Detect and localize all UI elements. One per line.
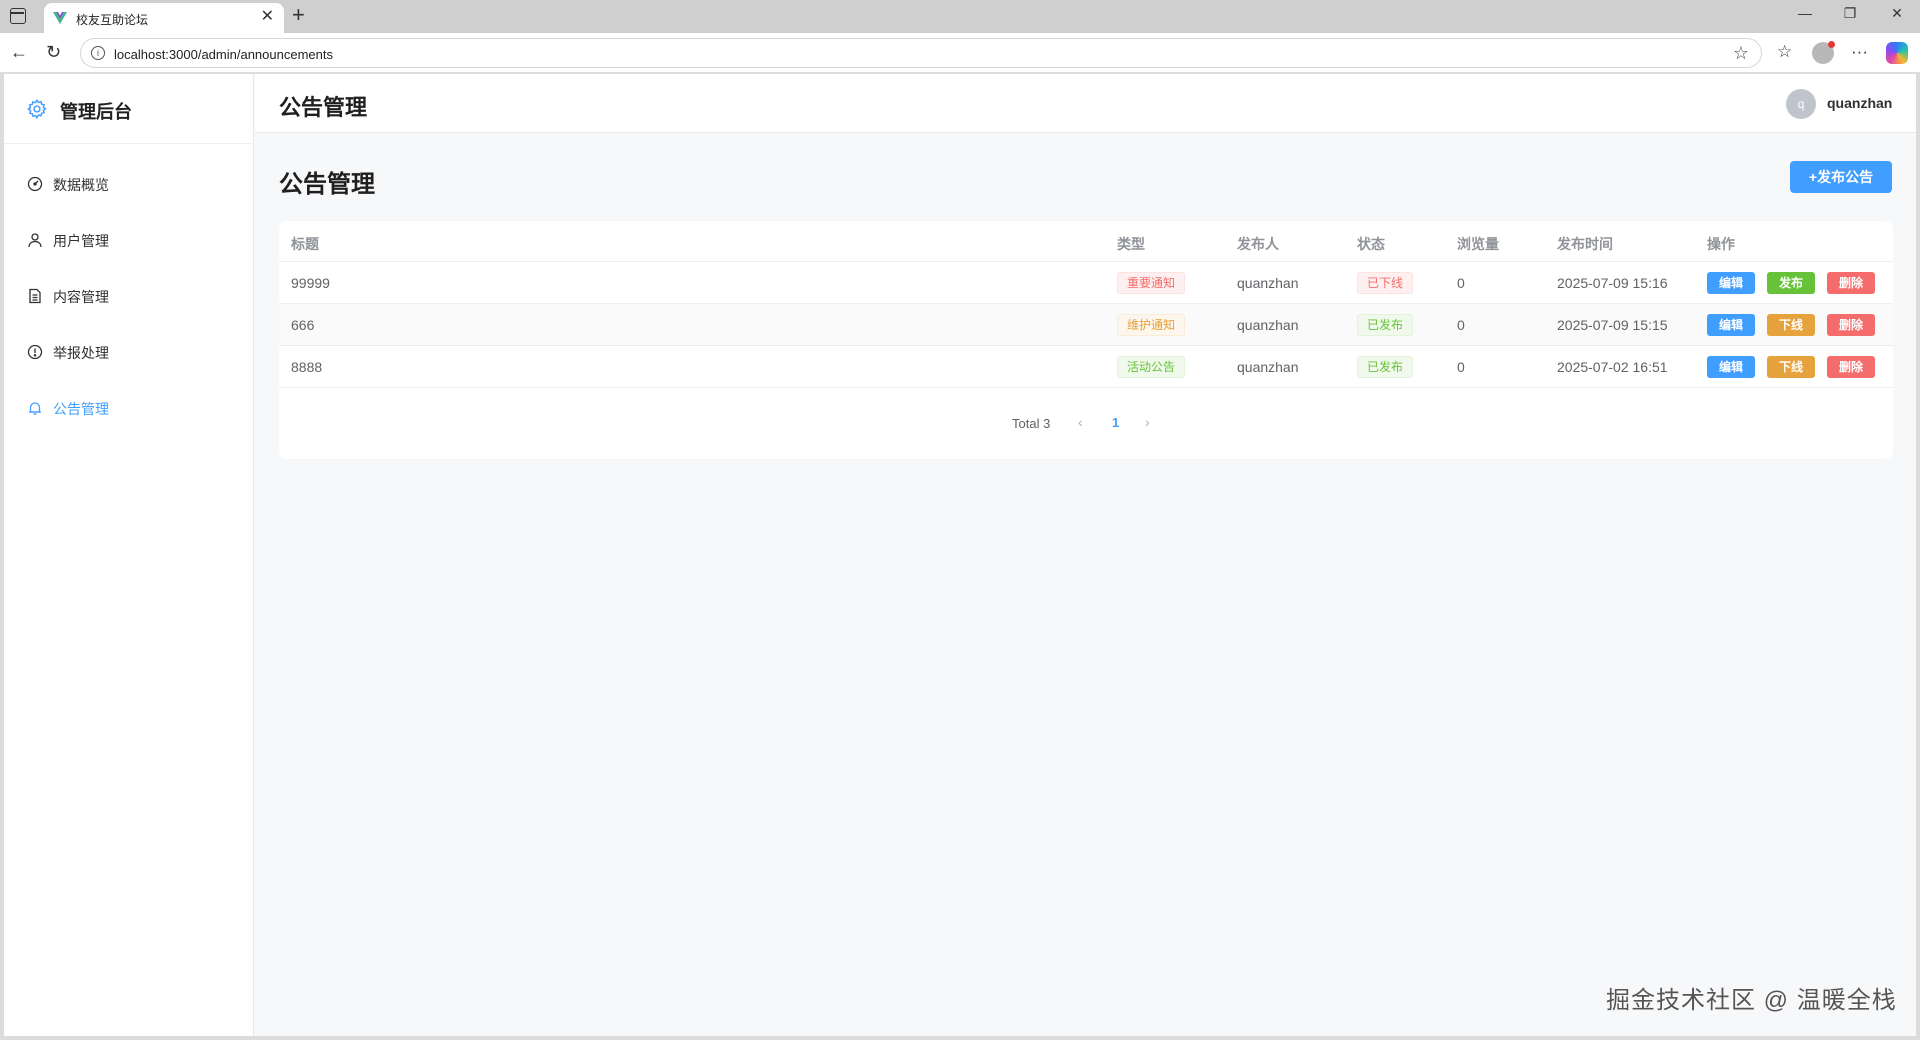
column-header-time: 发布时间 [1557, 236, 1613, 252]
bell-icon [29, 402, 41, 415]
avatar[interactable]: q [1786, 89, 1816, 119]
column-header-actions: 操作 [1707, 236, 1735, 252]
username[interactable]: quanzhan [1827, 95, 1892, 111]
column-header-publisher: 发布人 [1237, 236, 1279, 252]
header-title: 公告管理 [279, 95, 368, 120]
cell-publisher: quanzhan [1237, 317, 1299, 333]
edit-button[interactable]: 编辑 [1707, 356, 1755, 378]
profile-avatar-icon[interactable] [1812, 41, 1835, 64]
vue-favicon-icon [53, 12, 67, 24]
edit-button[interactable]: 编辑 [1707, 272, 1755, 294]
more-menu-icon[interactable]: ··· [1851, 42, 1868, 62]
status-badge: 已发布 [1357, 356, 1414, 378]
next-page-icon[interactable]: › [1145, 414, 1150, 430]
sidebar-logo: 管理后台 [4, 74, 254, 144]
cell-views: 0 [1457, 275, 1465, 291]
status-badge: 已发布 [1357, 314, 1414, 336]
offline-button[interactable]: 下线 [1767, 314, 1815, 336]
cell-time: 2025-07-09 15:16 [1557, 275, 1668, 291]
delete-button[interactable]: 删除 [1827, 356, 1875, 378]
alert-icon [27, 344, 43, 360]
page-title: 公告管理 [279, 171, 375, 198]
browser-tab[interactable]: 校友互助论坛 ✕ [44, 3, 284, 33]
close-window-icon[interactable]: ✕ [1887, 5, 1907, 22]
sidebar-item-label: 用户管理 [53, 233, 109, 249]
notification-dot [1828, 41, 1835, 48]
announcements-table-card: 标题 类型 发布人 状态 浏览量 发布时间 操作 99999 重要通知 quan… [279, 221, 1893, 459]
table-row: 666 维护通知 quanzhan 已发布 0 2025-07-09 15:15… [279, 304, 1893, 346]
column-header-title: 标题 [291, 236, 319, 252]
sidebar: 管理后台 数据概览 用户管理 内容管理 举报处理 公告管理 [4, 74, 254, 1036]
column-header-views: 浏览量 [1457, 236, 1499, 252]
sidebar-item-users[interactable]: 用户管理 [4, 219, 254, 261]
sidebar-item-overview[interactable]: 数据概览 [4, 163, 254, 205]
sidebar-item-reports[interactable]: 举报处理 [4, 331, 254, 373]
tab-title: 校友互助论坛 [76, 13, 149, 27]
sidebar-item-label: 内容管理 [53, 289, 109, 305]
watermark: 掘金技术社区 @ 温暖全栈 [1606, 987, 1897, 1014]
restore-icon[interactable]: ❐ [1840, 5, 1860, 22]
admin-app: 管理后台 数据概览 用户管理 内容管理 举报处理 公告管理 公告管理 q qua… [4, 74, 1916, 1036]
favorite-star-icon[interactable]: ☆ [1733, 43, 1749, 64]
cell-time: 2025-07-09 15:15 [1557, 317, 1668, 333]
dashboard-icon [27, 176, 43, 192]
delete-button[interactable]: 删除 [1827, 314, 1875, 336]
pagination-total: Total 3 [1012, 416, 1051, 431]
url-input[interactable]: i localhost:3000/admin/announcements ☆ [80, 38, 1762, 68]
sidebar-item-label: 举报处理 [53, 345, 109, 361]
sidebar-title: 管理后台 [60, 102, 132, 122]
type-tag: 重要通知 [1117, 272, 1186, 294]
reload-icon[interactable]: ↻ [46, 42, 61, 62]
publish-button[interactable]: 发布 [1767, 272, 1815, 294]
sidebar-item-announcements[interactable]: 公告管理 [4, 387, 254, 429]
minimize-icon[interactable]: — [1795, 5, 1815, 21]
user-icon [28, 233, 42, 248]
cell-title: 8888 [291, 359, 323, 375]
favorites-icon[interactable]: ☆ [1777, 42, 1792, 62]
column-header-status: 状态 [1357, 236, 1385, 252]
cell-publisher: quanzhan [1237, 275, 1299, 291]
table-row: 8888 活动公告 quanzhan 已发布 0 2025-07-02 16:5… [279, 346, 1893, 388]
browser-tab-bar: 校友互助论坛 ✕ + — ❐ ✕ [0, 0, 1920, 33]
cell-title: 99999 [291, 275, 330, 291]
column-header-type: 类型 [1117, 236, 1145, 252]
status-badge: 已下线 [1357, 272, 1414, 294]
delete-button[interactable]: 删除 [1827, 272, 1875, 294]
back-icon[interactable]: ← [10, 42, 28, 62]
cell-time: 2025-07-02 16:51 [1557, 359, 1668, 375]
sidebar-item-label: 数据概览 [53, 177, 109, 193]
cell-views: 0 [1457, 359, 1465, 375]
publish-announcement-button[interactable]: +发布公告 [1790, 161, 1892, 193]
offline-button[interactable]: 下线 [1767, 356, 1815, 378]
sidebar-item-content[interactable]: 内容管理 [4, 275, 254, 317]
table-row: 99999 重要通知 quanzhan 已下线 0 2025-07-09 15:… [279, 262, 1893, 304]
edit-button[interactable]: 编辑 [1707, 314, 1755, 336]
top-header: 公告管理 q quanzhan [255, 74, 1916, 133]
document-icon [29, 288, 41, 304]
prev-page-icon[interactable]: ‹ [1078, 414, 1083, 430]
cell-title: 666 [291, 317, 315, 333]
address-bar-row: ← ↻ i localhost:3000/admin/announcements… [0, 33, 1920, 73]
cell-publisher: quanzhan [1237, 359, 1299, 375]
copilot-icon[interactable] [1886, 42, 1908, 64]
new-tab-icon[interactable]: + [292, 3, 305, 27]
type-tag: 维护通知 [1117, 314, 1186, 336]
sidebar-item-label: 公告管理 [53, 401, 109, 417]
pagination-page-current[interactable]: 1 [1112, 415, 1119, 430]
url-text: localhost:3000/admin/announcements [114, 47, 333, 62]
cell-views: 0 [1457, 317, 1465, 333]
site-info-icon[interactable]: i [91, 46, 105, 60]
type-tag: 活动公告 [1117, 356, 1186, 378]
gear-icon [27, 99, 47, 120]
close-tab-icon[interactable]: ✕ [261, 9, 274, 25]
tab-actions-icon[interactable] [10, 8, 26, 24]
